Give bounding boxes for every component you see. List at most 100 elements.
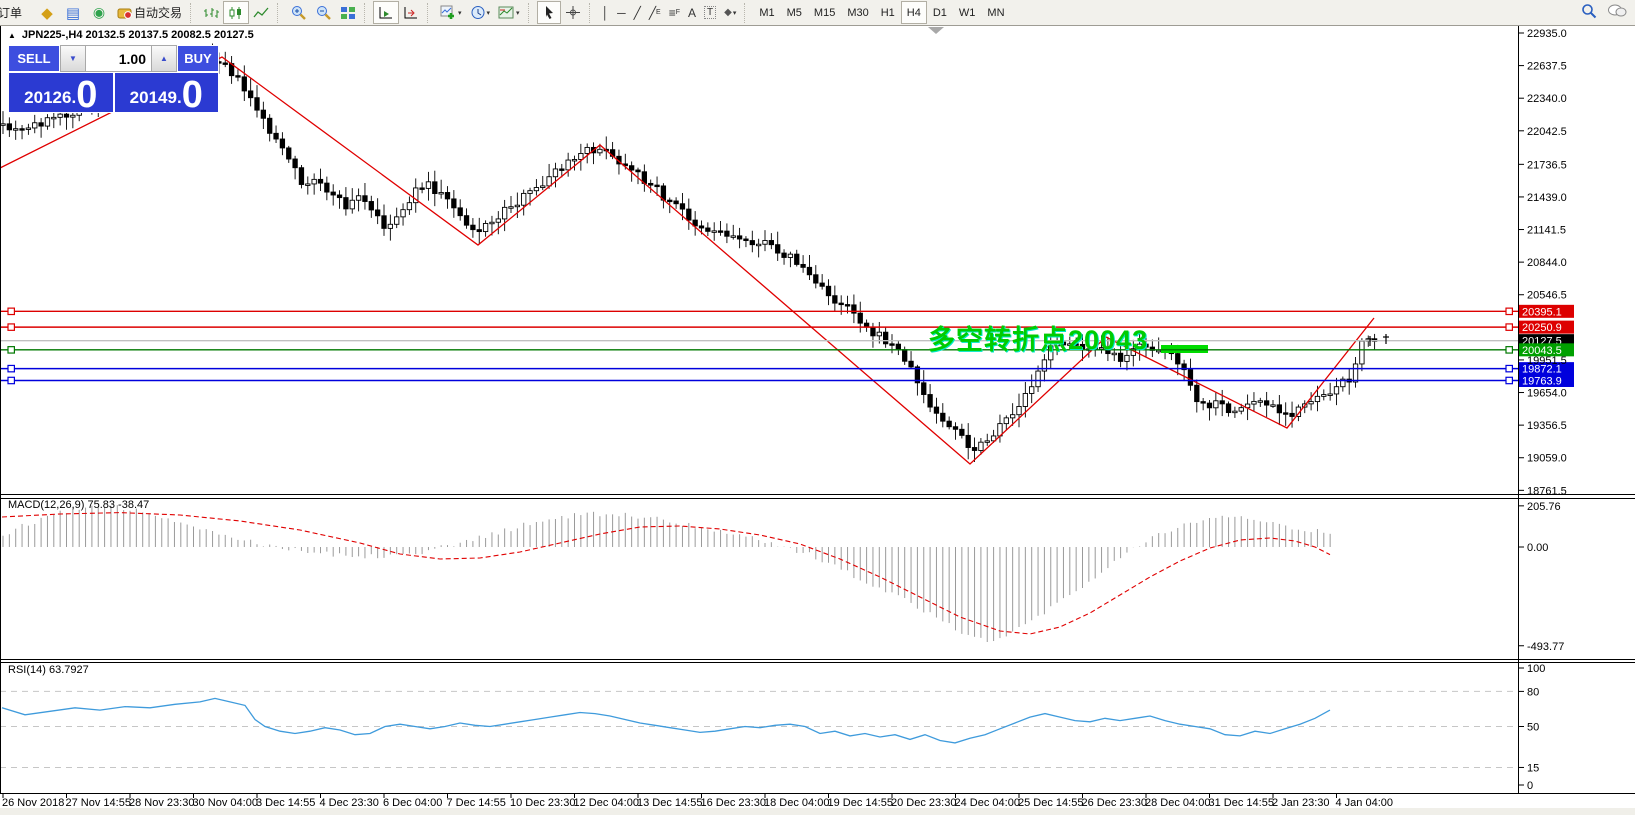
templates-button[interactable]: ▾ xyxy=(494,2,524,23)
new-order-button[interactable]: 订单 xyxy=(0,2,34,23)
channel-letter: E xyxy=(656,9,661,16)
chart-canvas[interactable]: 20395.120250.920127.520043.519872.119763… xyxy=(0,0,1635,815)
candlestick-icon xyxy=(228,6,244,20)
time-axis-label: 26 Dec 23:30 xyxy=(1082,797,1147,809)
timeframe-d1[interactable]: D1 xyxy=(927,2,953,23)
time-axis-label: 18 Dec 04:00 xyxy=(764,797,829,809)
fibonacci-letter: F xyxy=(676,9,680,16)
time-axis-label: 7 Dec 14:55 xyxy=(447,797,506,809)
crosshair-button[interactable] xyxy=(561,2,585,23)
autotrading-icon xyxy=(116,5,134,21)
cursor-icon xyxy=(542,5,556,20)
text-icon: A xyxy=(688,6,696,20)
line-chart-button[interactable] xyxy=(249,2,273,23)
svg-text:100: 100 xyxy=(1527,663,1545,675)
toolbar-separator xyxy=(277,3,282,23)
time-axis-label: 4 Dec 23:30 xyxy=(320,797,379,809)
autotrading-label: 自动交易 xyxy=(134,4,182,21)
time-axis-label: 20 Dec 23:30 xyxy=(891,797,956,809)
market-watch-button[interactable]: ◆ xyxy=(34,2,60,23)
sell-button[interactable]: SELL xyxy=(8,45,60,72)
time-axis-label: 6 Dec 04:00 xyxy=(383,797,442,809)
chart-shift-icon xyxy=(403,6,419,20)
chevron-down-icon: ▾ xyxy=(487,9,491,17)
svg-text:80: 80 xyxy=(1527,686,1539,698)
time-axis-label: 13 Dec 14:55 xyxy=(637,797,702,809)
indicators-icon xyxy=(440,5,457,20)
time-axis-label: 2 Jan 23:30 xyxy=(1272,797,1330,809)
chart-annotation: 多空转折点20043 xyxy=(928,318,1148,357)
svg-text:20395.1: 20395.1 xyxy=(1522,306,1562,318)
svg-text:22935.0: 22935.0 xyxy=(1527,28,1567,40)
indicators-button[interactable]: ▾ xyxy=(436,2,466,23)
cursor-button[interactable] xyxy=(537,1,561,24)
periods-button[interactable]: ▾ xyxy=(466,2,495,23)
svg-text:19059.0: 19059.0 xyxy=(1527,453,1567,465)
bar-chart-button[interactable] xyxy=(199,2,223,23)
label-tool[interactable]: T xyxy=(700,2,720,23)
buy-price-button[interactable]: 20149.0 xyxy=(114,72,220,113)
sell-price-pips: 0 xyxy=(76,80,97,110)
sell-price-int: 20126 xyxy=(24,89,71,106)
toolbar-separator xyxy=(589,3,594,23)
time-axis-label: 27 Nov 14:55 xyxy=(66,797,131,809)
templates-icon xyxy=(498,5,515,20)
toolbar-separator xyxy=(427,3,432,23)
toolbar-separator xyxy=(528,3,533,23)
autoscroll-icon xyxy=(378,6,394,20)
timeframe-w1[interactable]: W1 xyxy=(953,2,982,23)
volume-increase-button[interactable]: ▲ xyxy=(151,45,177,72)
zoom-out-button[interactable] xyxy=(311,2,336,23)
crosshair-icon xyxy=(565,5,581,20)
arrows-tool[interactable]: ◆▾ xyxy=(720,2,740,23)
timeframe-h1[interactable]: H1 xyxy=(875,2,901,23)
buy-button[interactable]: BUY xyxy=(177,45,219,72)
svg-text:21736.5: 21736.5 xyxy=(1527,159,1567,171)
signals-icon: ◉ xyxy=(90,5,108,21)
svg-text:19763.9: 19763.9 xyxy=(1522,375,1562,387)
time-axis-label: 16 Dec 23:30 xyxy=(701,797,766,809)
tile-windows-button[interactable] xyxy=(336,2,360,23)
timeframe-m30[interactable]: M30 xyxy=(841,2,874,23)
text-tool[interactable]: A xyxy=(684,2,700,23)
candlestick-chart-button[interactable] xyxy=(223,1,249,24)
bar-chart-icon xyxy=(203,6,219,20)
chat-icon[interactable] xyxy=(1607,3,1627,22)
horizontal-line-tool[interactable]: ─ xyxy=(613,2,630,23)
time-axis-label: 28 Nov 23:30 xyxy=(129,797,194,809)
channel-icon: ╱ xyxy=(649,6,656,20)
zoom-in-button[interactable] xyxy=(286,2,311,23)
timeframe-mn[interactable]: MN xyxy=(981,2,1010,23)
tile-windows-icon xyxy=(340,6,356,20)
timeframe-m15[interactable]: M15 xyxy=(808,2,841,23)
svg-text:0: 0 xyxy=(1527,780,1533,792)
timeframe-m1[interactable]: M1 xyxy=(753,2,780,23)
data-window-icon: ▤ xyxy=(64,5,82,21)
collapse-panel-icon[interactable]: ▲ xyxy=(8,31,16,40)
trendline-tool[interactable]: ╱ xyxy=(630,2,645,23)
timeframe-m5[interactable]: M5 xyxy=(781,2,808,23)
chart-shift-marker xyxy=(928,27,944,34)
vertical-line-tool[interactable]: │ xyxy=(598,2,614,23)
timeframe-h4[interactable]: H4 xyxy=(901,1,927,24)
autotrading-button[interactable]: 自动交易 xyxy=(112,2,186,23)
sell-price-button[interactable]: 20126.0 xyxy=(8,72,114,113)
one-click-trading-panel: SELL ▼ 1.00 ▲ BUY 20126.0 20149.0 xyxy=(8,45,219,113)
volume-decrease-button[interactable]: ▼ xyxy=(60,45,86,72)
svg-text:20250.9: 20250.9 xyxy=(1522,322,1562,334)
channel-tool[interactable]: ╱E xyxy=(645,2,665,23)
volume-input[interactable]: 1.00 xyxy=(86,45,151,72)
autoscroll-button[interactable] xyxy=(373,1,399,24)
chart-shift-button[interactable] xyxy=(399,2,423,23)
svg-text:21141.5: 21141.5 xyxy=(1527,225,1566,237)
fibonacci-icon: ≡ xyxy=(669,6,676,20)
time-axis-label: 31 Dec 14:55 xyxy=(1209,797,1274,809)
svg-text:19356.5: 19356.5 xyxy=(1527,420,1567,432)
svg-text:0.00: 0.00 xyxy=(1527,542,1548,554)
search-icon[interactable] xyxy=(1581,3,1597,22)
main-toolbar: 订单 ◆ ▤ ◉ 自动交易 ▾ ▾ ▾ │ ─ ╱ ╱E ≡F A T ◆▾ M… xyxy=(0,0,1635,26)
signals-button[interactable]: ◉ xyxy=(86,2,112,23)
data-window-button[interactable]: ▤ xyxy=(60,2,86,23)
line-chart-icon xyxy=(253,6,269,20)
fibonacci-tool[interactable]: ≡F xyxy=(665,2,684,23)
